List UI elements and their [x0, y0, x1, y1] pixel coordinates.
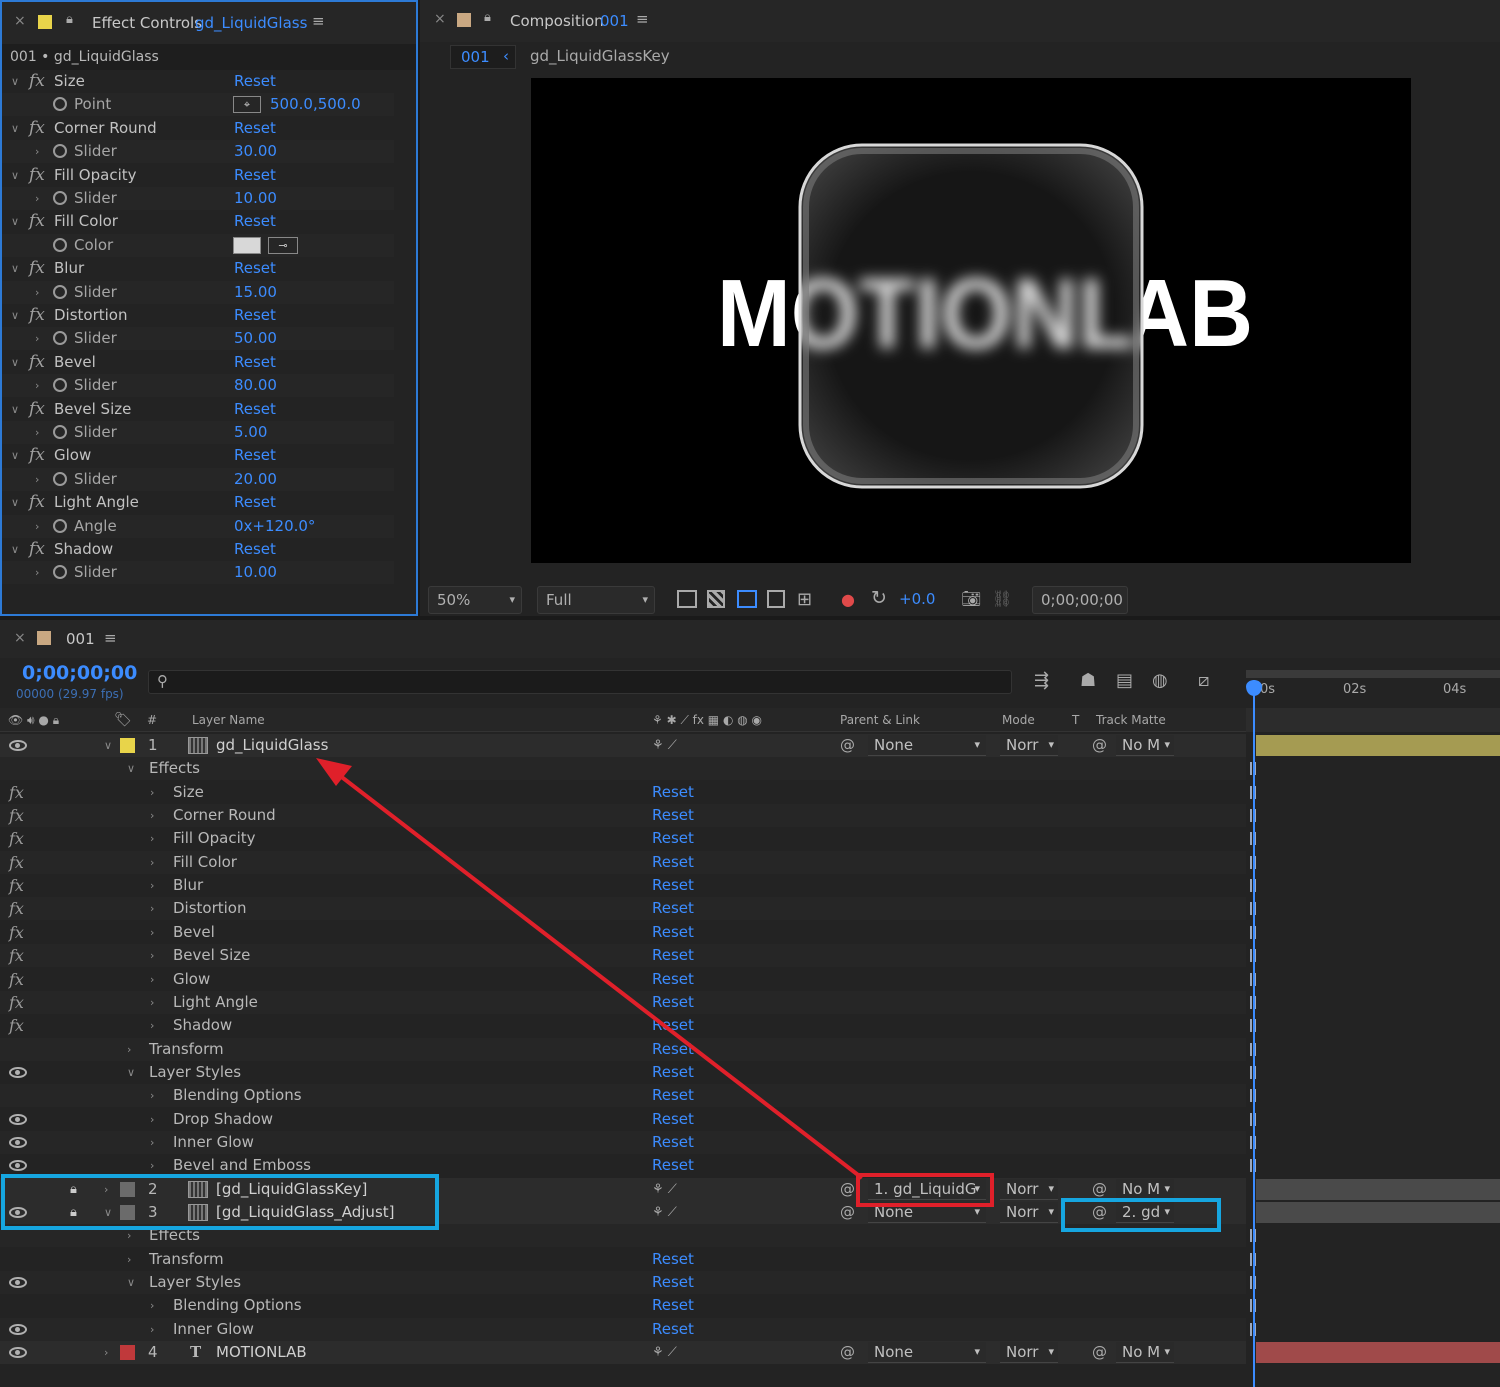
cyan-highlight-layers — [1, 1174, 439, 1230]
red-highlight-box — [856, 1173, 994, 1207]
red-arrow-line — [328, 766, 864, 1180]
cyan-highlight-matte — [1061, 1198, 1221, 1232]
annotation-overlay — [1, 758, 1221, 1232]
